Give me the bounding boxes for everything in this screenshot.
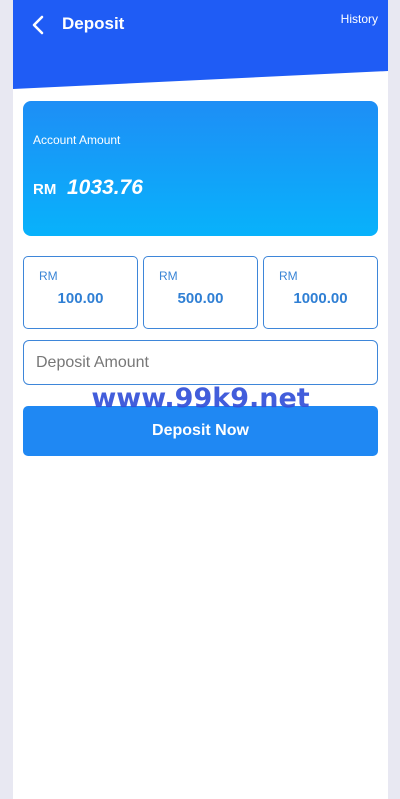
history-link[interactable]: History bbox=[341, 11, 378, 27]
amount-option-currency: RM bbox=[39, 269, 58, 283]
amount-option-value: 500.00 bbox=[177, 290, 224, 307]
header: Deposit History bbox=[13, 0, 388, 90]
account-amount-card: Account Amount RM 1033.76 bbox=[23, 101, 378, 236]
amount-option-100[interactable]: RM 100.00 bbox=[23, 256, 138, 329]
account-amount-label: Account Amount bbox=[33, 133, 121, 147]
chevron-left-icon bbox=[32, 15, 44, 35]
amount-option-1000[interactable]: RM 1000.00 bbox=[263, 256, 378, 329]
page-title: Deposit bbox=[62, 14, 125, 33]
account-amount-value: 1033.76 bbox=[67, 176, 143, 199]
amount-option-value: 1000.00 bbox=[293, 290, 348, 307]
deposit-amount-input[interactable] bbox=[23, 340, 378, 385]
amount-option-500[interactable]: RM 500.00 bbox=[143, 256, 258, 329]
app-screen: Deposit History Account Amount RM 1033.7… bbox=[13, 0, 388, 799]
amount-option-currency: RM bbox=[159, 269, 178, 283]
account-currency: RM bbox=[33, 181, 57, 198]
amount-option-currency: RM bbox=[279, 269, 298, 283]
back-button[interactable] bbox=[27, 13, 51, 37]
amount-option-value: 100.00 bbox=[57, 290, 104, 307]
deposit-now-button[interactable]: Deposit Now bbox=[23, 406, 378, 456]
